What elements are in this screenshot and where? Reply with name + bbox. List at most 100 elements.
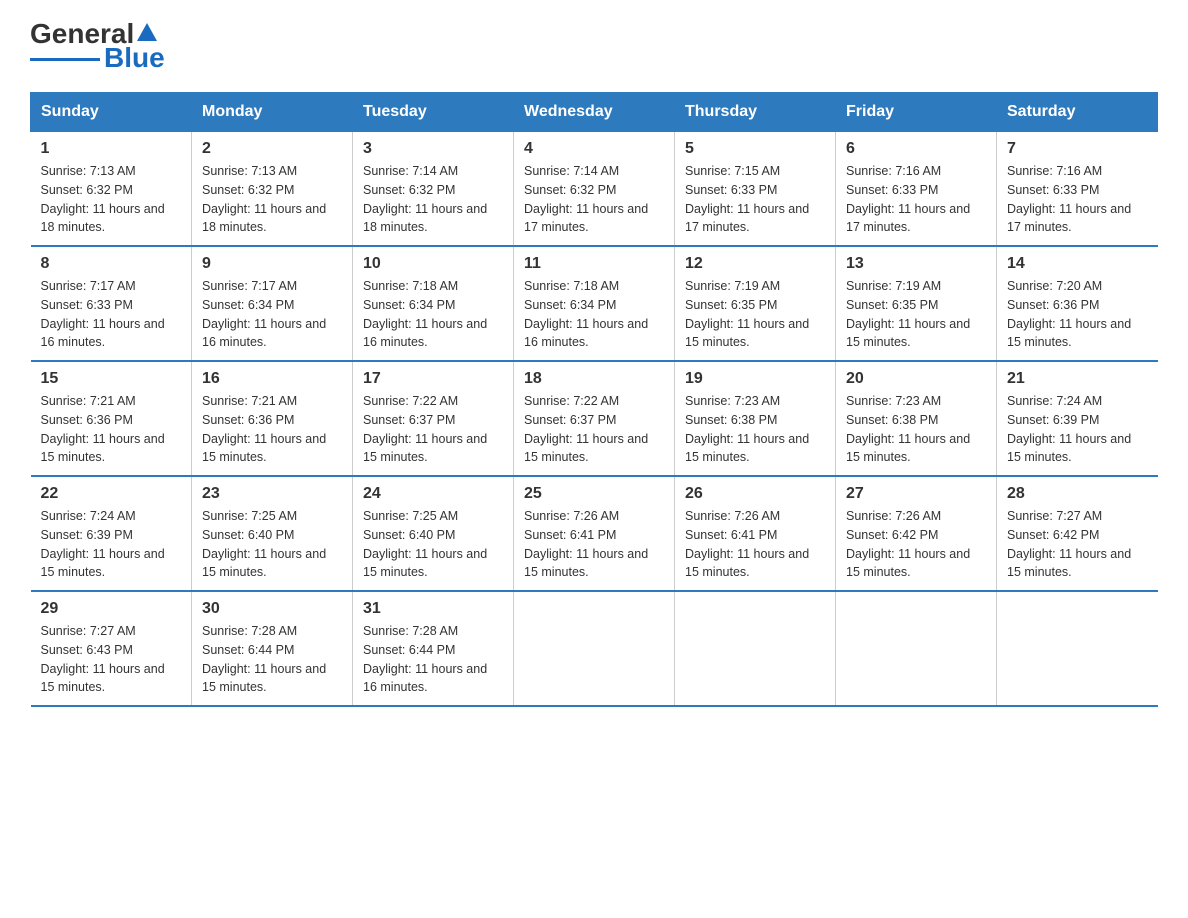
- day-cell: 30 Sunrise: 7:28 AM Sunset: 6:44 PM Dayl…: [192, 591, 353, 706]
- day-number: 31: [363, 600, 503, 618]
- day-cell: 27 Sunrise: 7:26 AM Sunset: 6:42 PM Dayl…: [836, 476, 997, 591]
- day-info: Sunrise: 7:19 AM Sunset: 6:35 PM Dayligh…: [685, 277, 825, 352]
- day-cell: 23 Sunrise: 7:25 AM Sunset: 6:40 PM Dayl…: [192, 476, 353, 591]
- header-friday: Friday: [836, 93, 997, 132]
- day-number: 9: [202, 255, 342, 273]
- day-info: Sunrise: 7:26 AM Sunset: 6:41 PM Dayligh…: [524, 507, 664, 582]
- day-cell: 11 Sunrise: 7:18 AM Sunset: 6:34 PM Dayl…: [514, 246, 675, 361]
- day-cell: [997, 591, 1158, 706]
- day-info: Sunrise: 7:28 AM Sunset: 6:44 PM Dayligh…: [363, 622, 503, 697]
- week-row-5: 29 Sunrise: 7:27 AM Sunset: 6:43 PM Dayl…: [31, 591, 1158, 706]
- logo: General Blue: [30, 20, 165, 72]
- day-cell: 7 Sunrise: 7:16 AM Sunset: 6:33 PM Dayli…: [997, 132, 1158, 247]
- day-number: 19: [685, 370, 825, 388]
- day-info: Sunrise: 7:24 AM Sunset: 6:39 PM Dayligh…: [41, 507, 182, 582]
- day-info: Sunrise: 7:17 AM Sunset: 6:33 PM Dayligh…: [41, 277, 182, 352]
- day-cell: [675, 591, 836, 706]
- day-number: 30: [202, 600, 342, 618]
- day-number: 16: [202, 370, 342, 388]
- day-info: Sunrise: 7:15 AM Sunset: 6:33 PM Dayligh…: [685, 162, 825, 237]
- logo-text-blue: Blue: [104, 44, 165, 72]
- day-cell: 16 Sunrise: 7:21 AM Sunset: 6:36 PM Dayl…: [192, 361, 353, 476]
- day-cell: 9 Sunrise: 7:17 AM Sunset: 6:34 PM Dayli…: [192, 246, 353, 361]
- day-cell: 24 Sunrise: 7:25 AM Sunset: 6:40 PM Dayl…: [353, 476, 514, 591]
- day-number: 3: [363, 140, 503, 158]
- day-info: Sunrise: 7:17 AM Sunset: 6:34 PM Dayligh…: [202, 277, 342, 352]
- day-info: Sunrise: 7:16 AM Sunset: 6:33 PM Dayligh…: [1007, 162, 1148, 237]
- day-info: Sunrise: 7:22 AM Sunset: 6:37 PM Dayligh…: [363, 392, 503, 467]
- page-header: General Blue: [30, 20, 1158, 72]
- logo-line: [30, 58, 100, 61]
- day-number: 26: [685, 485, 825, 503]
- day-number: 22: [41, 485, 182, 503]
- header-monday: Monday: [192, 93, 353, 132]
- day-cell: 25 Sunrise: 7:26 AM Sunset: 6:41 PM Dayl…: [514, 476, 675, 591]
- day-cell: 22 Sunrise: 7:24 AM Sunset: 6:39 PM Dayl…: [31, 476, 192, 591]
- day-cell: 10 Sunrise: 7:18 AM Sunset: 6:34 PM Dayl…: [353, 246, 514, 361]
- day-info: Sunrise: 7:18 AM Sunset: 6:34 PM Dayligh…: [363, 277, 503, 352]
- day-cell: 20 Sunrise: 7:23 AM Sunset: 6:38 PM Dayl…: [836, 361, 997, 476]
- day-cell: 29 Sunrise: 7:27 AM Sunset: 6:43 PM Dayl…: [31, 591, 192, 706]
- day-number: 14: [1007, 255, 1148, 273]
- day-number: 12: [685, 255, 825, 273]
- day-number: 2: [202, 140, 342, 158]
- day-cell: [514, 591, 675, 706]
- day-cell: 18 Sunrise: 7:22 AM Sunset: 6:37 PM Dayl…: [514, 361, 675, 476]
- day-info: Sunrise: 7:13 AM Sunset: 6:32 PM Dayligh…: [202, 162, 342, 237]
- day-number: 4: [524, 140, 664, 158]
- day-cell: 31 Sunrise: 7:28 AM Sunset: 6:44 PM Dayl…: [353, 591, 514, 706]
- day-info: Sunrise: 7:26 AM Sunset: 6:42 PM Dayligh…: [846, 507, 986, 582]
- day-number: 15: [41, 370, 182, 388]
- day-cell: 1 Sunrise: 7:13 AM Sunset: 6:32 PM Dayli…: [31, 132, 192, 247]
- day-info: Sunrise: 7:16 AM Sunset: 6:33 PM Dayligh…: [846, 162, 986, 237]
- day-cell: 26 Sunrise: 7:26 AM Sunset: 6:41 PM Dayl…: [675, 476, 836, 591]
- day-cell: [836, 591, 997, 706]
- day-cell: 13 Sunrise: 7:19 AM Sunset: 6:35 PM Dayl…: [836, 246, 997, 361]
- day-cell: 14 Sunrise: 7:20 AM Sunset: 6:36 PM Dayl…: [997, 246, 1158, 361]
- day-number: 27: [846, 485, 986, 503]
- header-tuesday: Tuesday: [353, 93, 514, 132]
- day-number: 29: [41, 600, 182, 618]
- day-number: 17: [363, 370, 503, 388]
- day-info: Sunrise: 7:14 AM Sunset: 6:32 PM Dayligh…: [524, 162, 664, 237]
- day-cell: 8 Sunrise: 7:17 AM Sunset: 6:33 PM Dayli…: [31, 246, 192, 361]
- day-info: Sunrise: 7:13 AM Sunset: 6:32 PM Dayligh…: [41, 162, 182, 237]
- day-number: 10: [363, 255, 503, 273]
- logo-triangle-icon: [136, 21, 158, 43]
- day-cell: 15 Sunrise: 7:21 AM Sunset: 6:36 PM Dayl…: [31, 361, 192, 476]
- day-info: Sunrise: 7:22 AM Sunset: 6:37 PM Dayligh…: [524, 392, 664, 467]
- day-cell: 6 Sunrise: 7:16 AM Sunset: 6:33 PM Dayli…: [836, 132, 997, 247]
- day-number: 8: [41, 255, 182, 273]
- day-number: 6: [846, 140, 986, 158]
- day-cell: 28 Sunrise: 7:27 AM Sunset: 6:42 PM Dayl…: [997, 476, 1158, 591]
- day-cell: 5 Sunrise: 7:15 AM Sunset: 6:33 PM Dayli…: [675, 132, 836, 247]
- day-info: Sunrise: 7:25 AM Sunset: 6:40 PM Dayligh…: [363, 507, 503, 582]
- day-info: Sunrise: 7:25 AM Sunset: 6:40 PM Dayligh…: [202, 507, 342, 582]
- day-info: Sunrise: 7:21 AM Sunset: 6:36 PM Dayligh…: [202, 392, 342, 467]
- day-info: Sunrise: 7:28 AM Sunset: 6:44 PM Dayligh…: [202, 622, 342, 697]
- day-cell: 17 Sunrise: 7:22 AM Sunset: 6:37 PM Dayl…: [353, 361, 514, 476]
- header-wednesday: Wednesday: [514, 93, 675, 132]
- day-info: Sunrise: 7:14 AM Sunset: 6:32 PM Dayligh…: [363, 162, 503, 237]
- day-number: 24: [363, 485, 503, 503]
- day-info: Sunrise: 7:27 AM Sunset: 6:43 PM Dayligh…: [41, 622, 182, 697]
- calendar-table: SundayMondayTuesdayWednesdayThursdayFrid…: [30, 92, 1158, 707]
- day-info: Sunrise: 7:26 AM Sunset: 6:41 PM Dayligh…: [685, 507, 825, 582]
- day-number: 18: [524, 370, 664, 388]
- day-number: 1: [41, 140, 182, 158]
- week-row-2: 8 Sunrise: 7:17 AM Sunset: 6:33 PM Dayli…: [31, 246, 1158, 361]
- header-saturday: Saturday: [997, 93, 1158, 132]
- day-info: Sunrise: 7:23 AM Sunset: 6:38 PM Dayligh…: [846, 392, 986, 467]
- week-row-3: 15 Sunrise: 7:21 AM Sunset: 6:36 PM Dayl…: [31, 361, 1158, 476]
- week-row-4: 22 Sunrise: 7:24 AM Sunset: 6:39 PM Dayl…: [31, 476, 1158, 591]
- day-info: Sunrise: 7:24 AM Sunset: 6:39 PM Dayligh…: [1007, 392, 1148, 467]
- day-info: Sunrise: 7:20 AM Sunset: 6:36 PM Dayligh…: [1007, 277, 1148, 352]
- day-info: Sunrise: 7:18 AM Sunset: 6:34 PM Dayligh…: [524, 277, 664, 352]
- day-cell: 12 Sunrise: 7:19 AM Sunset: 6:35 PM Dayl…: [675, 246, 836, 361]
- day-number: 23: [202, 485, 342, 503]
- day-number: 5: [685, 140, 825, 158]
- day-number: 7: [1007, 140, 1148, 158]
- day-number: 21: [1007, 370, 1148, 388]
- day-number: 11: [524, 255, 664, 273]
- day-number: 25: [524, 485, 664, 503]
